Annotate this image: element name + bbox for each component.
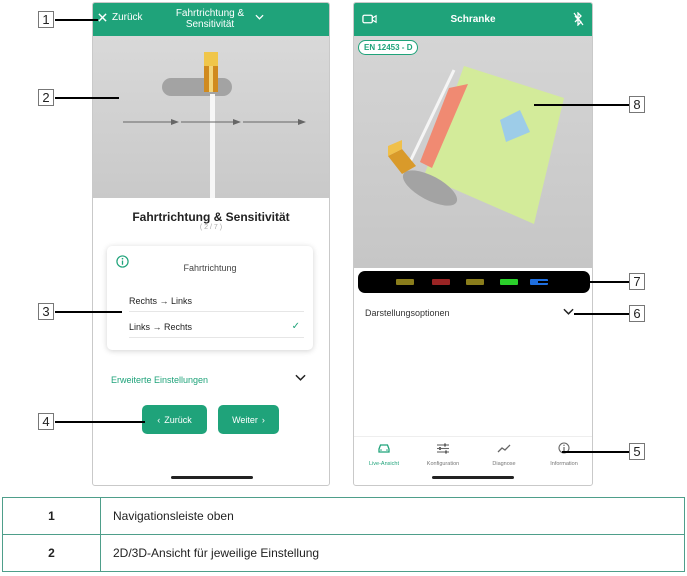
phone-screen-setup: Zurück Fahrtrichtung & Sensitivität Fahr…	[92, 2, 330, 486]
callout-7: 7	[629, 273, 645, 290]
option-links-rechts[interactable]: Links → Rechts ✓	[129, 316, 304, 338]
callout-4: 4	[38, 413, 54, 430]
option-rechts-links[interactable]: Rechts → Links	[129, 290, 304, 312]
bluetooth-off-icon[interactable]	[573, 12, 584, 26]
top-navigation-bar: Schranke	[354, 3, 592, 36]
tab-label: Diagnose	[492, 461, 516, 467]
tab-information[interactable]: Information	[535, 441, 592, 467]
callout-leader	[574, 313, 629, 315]
settings-card: Fahrtrichtung Rechts → Links Links → Rec…	[107, 246, 313, 350]
home-indicator	[171, 476, 253, 479]
scene-view-2d-3d	[93, 36, 329, 198]
tab-live-ansicht[interactable]: Live-Ansicht	[355, 441, 413, 467]
trend-icon	[497, 444, 511, 453]
callout-6: 6	[629, 305, 645, 322]
phone-screen-live: Schranke EN 12453 - D Darstellungsoption…	[353, 2, 593, 486]
legend-description: 2D/3D-Ansicht für jeweilige Einstellung	[100, 534, 685, 572]
option-label: Links → Rechts	[129, 322, 193, 332]
display-options-dropdown[interactable]: Darstellungsoptionen	[365, 308, 450, 318]
callout-1: 1	[38, 11, 54, 28]
chevron-down-icon[interactable]	[295, 374, 306, 381]
chevron-down-icon[interactable]	[563, 308, 574, 315]
chevron-down-icon[interactable]	[255, 14, 264, 20]
page-title-line2: Sensitivität	[185, 19, 235, 30]
page-title: Schranke	[450, 14, 496, 25]
legend-description: Navigationsleiste oben	[100, 497, 685, 535]
back-step-label: Zurück	[164, 414, 192, 425]
callout-leader	[538, 281, 629, 283]
table-row: 1 Navigationsleiste oben	[2, 497, 685, 535]
chevron-right-icon: ›	[261, 414, 265, 425]
tab-label: Information	[550, 461, 578, 467]
legend-table: 1 Navigationsleiste oben 2 2D/3D-Ansicht…	[2, 497, 685, 572]
page-title-line1: Fahrtrichtung &	[175, 8, 245, 19]
close-icon	[98, 13, 107, 22]
led-indicator	[396, 279, 414, 285]
scene-view-3d	[354, 36, 592, 268]
page-title[interactable]: Fahrtrichtung & Sensitivität	[155, 8, 265, 30]
top-navigation-bar: Zurück Fahrtrichtung & Sensitivität	[93, 3, 329, 36]
back-button-label: Zurück	[112, 12, 143, 23]
callout-leader	[55, 97, 119, 99]
callout-leader	[534, 104, 629, 106]
standard-badge: EN 12453 - D	[358, 40, 419, 55]
callout-leader	[562, 451, 629, 453]
checkmark-icon: ✓	[291, 321, 300, 332]
callout-leader	[55, 311, 122, 313]
tab-label: Konfiguration	[426, 461, 460, 467]
tab-diagnose[interactable]: Diagnose	[475, 441, 533, 467]
led-indicator	[466, 279, 484, 285]
back-step-button[interactable]: ‹ Zurück	[142, 405, 207, 434]
tab-konfiguration[interactable]: Konfiguration	[414, 441, 472, 467]
advanced-settings-link[interactable]: Erweiterte Einstellungen	[111, 375, 208, 385]
step-counter: ( 2 / 7 )	[199, 224, 223, 231]
led-indicator	[500, 279, 518, 285]
chevron-left-icon: ‹	[157, 414, 161, 425]
legend-number: 1	[2, 497, 101, 535]
home-indicator	[432, 476, 514, 479]
barrier-scene-graphic	[123, 52, 306, 198]
next-step-button[interactable]: Weiter ›	[218, 405, 279, 434]
bottom-tab-bar: Live-Ansicht Konfiguration Diagnose Info…	[354, 436, 592, 471]
car-icon	[378, 444, 390, 453]
back-button[interactable]: Zurück	[98, 12, 143, 23]
next-step-label: Weiter	[232, 414, 258, 425]
led-indicator	[432, 279, 450, 285]
sliders-icon	[437, 443, 449, 454]
callout-leader	[55, 19, 98, 21]
barrier-3d-graphic	[388, 66, 564, 224]
tab-label: Live-Ansicht	[369, 461, 399, 467]
step-title: Fahrtrichtung & Sensitivität	[132, 210, 290, 224]
section-heading: Fahrtrichtung	[183, 263, 237, 273]
option-label: Rechts → Links	[129, 296, 193, 306]
callout-5: 5	[629, 443, 645, 460]
callout-2: 2	[38, 89, 54, 106]
callout-leader	[55, 421, 145, 423]
legend-number: 2	[2, 534, 101, 572]
table-row: 2 2D/3D-Ansicht für jeweilige Einstellun…	[2, 534, 685, 572]
callout-3: 3	[38, 303, 54, 320]
callout-8: 8	[629, 96, 645, 113]
